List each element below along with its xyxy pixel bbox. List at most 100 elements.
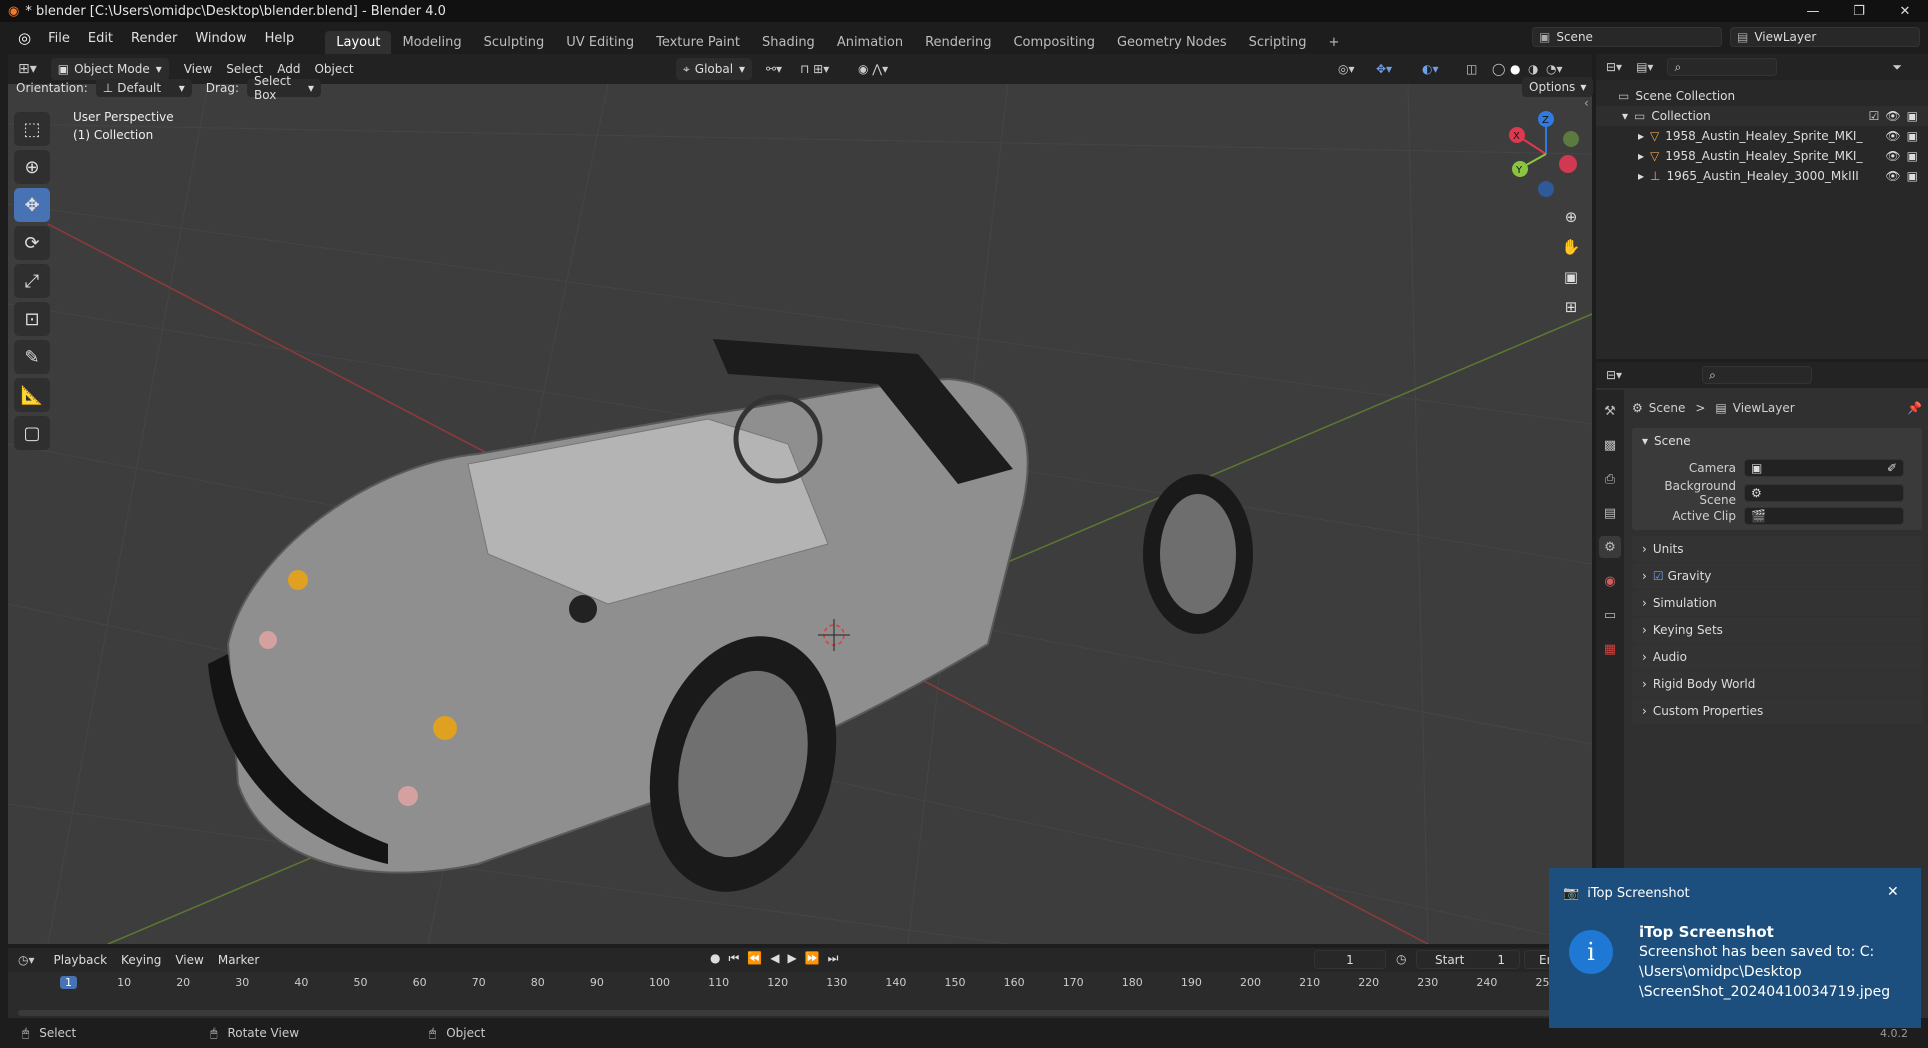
restore-button[interactable]: ❐: [1836, 0, 1882, 22]
play-icon[interactable]: ▶: [787, 951, 796, 966]
tab-texture-paint[interactable]: Texture Paint: [645, 31, 751, 54]
xray-icon[interactable]: ◫: [1466, 62, 1477, 76]
menu-view[interactable]: View: [177, 62, 219, 76]
jump-start-icon[interactable]: ⏮: [728, 951, 739, 966]
texture-tab-icon[interactable]: ▦: [1599, 638, 1621, 660]
notification-toast[interactable]: 📷 iTop Screenshot ✕ i iTop Screenshot Sc…: [1549, 868, 1921, 1028]
tab-animation[interactable]: Animation: [826, 31, 914, 54]
tab-rendering[interactable]: Rendering: [914, 31, 1002, 54]
transform-orientation-dropdown[interactable]: ⌖ Global ▾: [676, 58, 753, 80]
exclude-checkbox-icon[interactable]: ☑: [1869, 109, 1880, 123]
sidebar-toggle-icon[interactable]: ‹: [1584, 96, 1589, 110]
options-dropdown[interactable]: Options ▾: [1522, 77, 1594, 97]
camera-field[interactable]: ▣ ✐: [1744, 458, 1904, 477]
timeline-menu-keying[interactable]: Keying: [114, 953, 168, 967]
annotate-tool-icon[interactable]: ✎: [14, 340, 50, 374]
outliner-item[interactable]: ▸ ⊥ 1965_Austin_Healey_3000_MkIII 👁 ▣: [1596, 166, 1928, 186]
outliner-editor-icon[interactable]: ⊟▾: [1606, 60, 1622, 74]
add-workspace-button[interactable]: +: [1317, 31, 1350, 54]
timeline-scrollbar[interactable]: [18, 1010, 1578, 1016]
tab-shading[interactable]: Shading: [751, 31, 826, 54]
menu-help[interactable]: Help: [256, 31, 304, 46]
tab-uv-editing[interactable]: UV Editing: [555, 31, 645, 54]
next-keyframe-icon[interactable]: ⏩: [805, 951, 820, 966]
3d-viewport[interactable]: User Perspective (1) Collection Z X Y ⊕ …: [8, 84, 1592, 944]
measure-tool-icon[interactable]: 📐: [14, 378, 50, 412]
timeline-menu-playback[interactable]: Playback: [47, 953, 115, 967]
world-tab-icon[interactable]: ◉: [1599, 570, 1621, 592]
editor-type-icon[interactable]: ⊞▾: [18, 61, 37, 77]
properties-editor-icon[interactable]: ⊟▾: [1606, 368, 1622, 382]
expand-arrow-icon[interactable]: ▸: [1638, 129, 1644, 143]
outliner-item[interactable]: ▸ ▽ 1958_Austin_Healey_Sprite_MKI_ 👁 ▣: [1596, 146, 1928, 166]
navigation-gizmo[interactable]: Z X Y: [1496, 104, 1592, 204]
snap-icon[interactable]: ⊓ ⊞▾: [800, 62, 829, 76]
camera-icon[interactable]: ▣: [1907, 129, 1918, 143]
outliner-search-input[interactable]: ⌕: [1667, 58, 1778, 76]
zoom-icon[interactable]: ⊕: [1556, 202, 1586, 232]
select-box-tool-icon[interactable]: ⬚: [14, 112, 50, 146]
shading-rendered-icon[interactable]: ◔▾: [1546, 62, 1563, 76]
tab-modeling[interactable]: Modeling: [391, 31, 472, 54]
pin-icon[interactable]: 📌: [1907, 401, 1922, 415]
background-scene-field[interactable]: ⚙: [1744, 483, 1904, 502]
view-layer-tab-icon[interactable]: ▤: [1599, 502, 1621, 524]
minimize-button[interactable]: —: [1790, 0, 1836, 22]
eye-icon[interactable]: 👁: [1885, 129, 1900, 143]
add-cube-tool-icon[interactable]: ▢: [14, 416, 50, 450]
close-button[interactable]: ✕: [1882, 0, 1928, 22]
menu-edit[interactable]: Edit: [79, 31, 122, 46]
properties-search-input[interactable]: ⌕: [1702, 366, 1813, 384]
outliner-collection[interactable]: ▾ ▭ Collection ☑ 👁 ▣: [1596, 106, 1928, 126]
eyedropper-icon[interactable]: ✐: [1887, 461, 1897, 475]
eye-icon[interactable]: 👁: [1885, 149, 1900, 163]
camera-icon[interactable]: ▣: [1907, 109, 1918, 123]
menu-file[interactable]: File: [39, 31, 79, 46]
blender-menu-icon[interactable]: ◎: [18, 29, 31, 47]
menu-render[interactable]: Render: [122, 31, 186, 46]
tab-geometry-nodes[interactable]: Geometry Nodes: [1106, 31, 1238, 54]
pan-hand-icon[interactable]: ✋: [1556, 232, 1586, 262]
current-frame-field[interactable]: 1: [1314, 950, 1386, 969]
camera-icon[interactable]: ▣: [1907, 169, 1918, 183]
tab-sculpting[interactable]: Sculpting: [473, 31, 556, 54]
panel-gravity[interactable]: › ☑ Gravity: [1632, 563, 1922, 589]
output-tab-icon[interactable]: ⎙: [1599, 468, 1621, 490]
camera-view-icon[interactable]: ▣: [1556, 262, 1586, 292]
collection-tab-icon[interactable]: ▭: [1599, 604, 1621, 626]
timeline-menu-marker[interactable]: Marker: [211, 953, 266, 967]
panel-audio[interactable]: › Audio: [1632, 644, 1922, 670]
shading-solid-icon[interactable]: ●: [1510, 62, 1520, 76]
transform-tool-icon[interactable]: ⊡: [14, 302, 50, 336]
proportional-edit-icon[interactable]: ◉ ⋀▾: [858, 62, 888, 76]
visibility-icon[interactable]: ◎▾: [1338, 62, 1355, 76]
panel-units[interactable]: › Units: [1632, 536, 1922, 562]
scene-panel-header[interactable]: ▾ Scene: [1632, 428, 1922, 454]
panel-custom-properties[interactable]: › Custom Properties: [1632, 698, 1922, 724]
render-tab-icon[interactable]: ▩: [1599, 434, 1621, 456]
pivot-icon[interactable]: ⚯▾: [766, 62, 782, 76]
scale-tool-icon[interactable]: ⤢: [14, 264, 50, 298]
mode-dropdown[interactable]: ▣ Object Mode ▾: [50, 58, 169, 80]
gizmo-toggle-icon[interactable]: ✥▾: [1376, 62, 1392, 76]
viewlayer-selector[interactable]: ▤ ViewLayer: [1730, 27, 1920, 47]
filter-icon[interactable]: ⏷: [1892, 60, 1902, 75]
jump-end-icon[interactable]: ⏭: [828, 951, 839, 966]
active-clip-field[interactable]: 🎬: [1744, 506, 1904, 525]
menu-object[interactable]: Object: [307, 62, 360, 76]
move-tool-icon[interactable]: ✥: [14, 188, 50, 222]
orientation-dropdown[interactable]: ⊥ Default ▾: [95, 79, 192, 97]
outliner-item[interactable]: ▸ ▽ 1958_Austin_Healey_Sprite_MKI_ 👁 ▣: [1596, 126, 1928, 146]
cursor-tool-icon[interactable]: ⊕: [14, 150, 50, 184]
expand-arrow-icon[interactable]: ▾: [1622, 109, 1628, 123]
record-icon[interactable]: ●: [710, 951, 720, 966]
panel-rigid-body-world[interactable]: › Rigid Body World: [1632, 671, 1922, 697]
perspective-toggle-icon[interactable]: ⊞: [1556, 292, 1586, 322]
clock-icon[interactable]: ◷: [1396, 952, 1406, 966]
eye-icon[interactable]: 👁: [1885, 109, 1900, 123]
timeline-area[interactable]: 1 10 20 30 40 50 60 70 80 90 100 110 120 130 140 150 160…: [8, 972, 1592, 1018]
tab-layout[interactable]: Layout: [325, 31, 392, 54]
scene-tab-icon[interactable]: ⚙: [1599, 536, 1621, 558]
shading-wireframe-icon[interactable]: ◯: [1492, 62, 1505, 76]
display-mode-icon[interactable]: ▤▾: [1636, 60, 1653, 74]
